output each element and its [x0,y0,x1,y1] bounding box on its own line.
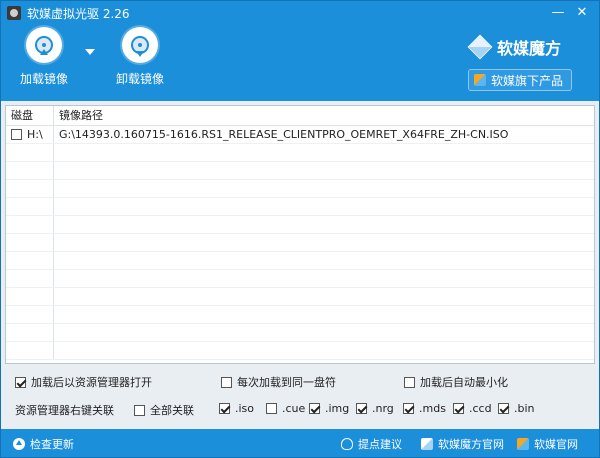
ext-iso-checkbox[interactable] [219,403,230,414]
top-toolbar: 软媒虚拟光驱 2.26 — ✕ 加载镜像 卸载镜像 软媒魔方 软媒旗下产品 [1,1,599,101]
ext-iso-option[interactable]: .iso [219,402,254,415]
empty-row [6,234,594,252]
associate-all-option[interactable]: 全部关联 [134,402,194,418]
ext-ccd-option[interactable]: .ccd [453,402,492,415]
ext-bin-option[interactable]: .bin [498,402,535,415]
mount-label: 加载镜像 [19,72,68,86]
title-bar: 软媒虚拟光驱 2.26 [1,1,599,25]
ruanmei-site-link[interactable]: 软媒官网 [517,436,578,452]
close-button[interactable]: ✕ [573,4,591,22]
ext-bin-checkbox[interactable] [498,403,509,414]
associate-all-label: 全部关联 [150,404,194,417]
drive-cell: H:\ [6,126,54,143]
same-drive-checkbox[interactable] [221,376,232,388]
empty-row [6,198,594,216]
image-path: G:\14393.0.160715-1616.RS1_RELEASE_CLIEN… [59,128,509,141]
empty-row [6,252,594,270]
open-explorer-option[interactable]: 加载后以资源管理器打开 [15,374,152,390]
auto-minimize-label: 加载后自动最小化 [420,376,508,389]
open-explorer-checkbox[interactable] [15,376,26,388]
table-header: 磁盘 镜像路径 [6,106,594,126]
image-table: 磁盘 镜像路径 H:\ G:\14393.0.160715-1616.RS1_R… [5,105,595,364]
cube-icon [421,438,433,450]
ext-bin-label: .bin [514,402,535,415]
row-checkbox[interactable] [11,129,22,140]
associate-all-checkbox[interactable] [134,404,145,416]
ext-ccd-checkbox[interactable] [453,403,464,414]
drive-letter: H:\ [27,127,43,141]
suggest-link[interactable]: 提点建议 [341,436,402,452]
products-label: 软媒旗下产品 [491,73,564,88]
drive-column-header[interactable]: 磁盘 [6,106,54,125]
products-icon [474,74,486,86]
ext-cue-checkbox[interactable] [266,403,277,414]
empty-row [6,162,594,180]
mount-image-button[interactable]: 加载镜像 [9,27,79,87]
ext-iso-label: .iso [235,402,255,415]
app-disc-icon [7,6,21,20]
mofang-site-link[interactable]: 软媒魔方官网 [421,436,504,452]
empty-row [6,306,594,324]
auto-minimize-checkbox[interactable] [404,376,415,388]
empty-row [6,288,594,306]
mount-dropdown-icon[interactable] [85,49,95,55]
empty-row [6,324,594,342]
ext-nrg-checkbox[interactable] [356,403,367,414]
ext-cue-option[interactable]: .cue [266,402,305,415]
empty-row [6,216,594,234]
minimize-button[interactable]: — [549,4,567,22]
ext-nrg-label: .nrg [372,402,394,415]
products-button[interactable]: 软媒旗下产品 [468,69,572,91]
status-bar: 检查更新 提点建议 软媒魔方官网 软媒官网 [1,429,599,457]
check-update-link[interactable]: 检查更新 [13,436,74,452]
ruanmei-logo-icon [517,438,529,450]
mount-disc-icon [26,27,62,63]
brand-logo[interactable]: 软媒魔方 [467,34,562,60]
update-arrow-icon [13,438,25,450]
empty-row [6,270,594,288]
ext-img-checkbox[interactable] [309,403,320,414]
app-window: 软媒虚拟光驱 2.26 — ✕ 加载镜像 卸载镜像 软媒魔方 软媒旗下产品 磁盘… [0,0,600,458]
mofang-site-label: 软媒魔方官网 [438,438,504,451]
lightbulb-icon [341,438,353,450]
cube-icon [467,34,493,60]
ext-mds-label: .mds [419,402,446,415]
check-update-label: 检查更新 [30,438,74,451]
context-menu-label: 资源管理器右键关联 [15,404,114,417]
empty-row [6,144,594,162]
ext-mds-option[interactable]: .mds [403,402,446,415]
unmount-disc-icon [122,27,158,63]
unmount-image-button[interactable]: 卸载镜像 [105,27,175,87]
brand-name: 软媒魔方 [497,39,562,58]
empty-row [6,180,594,198]
same-drive-label: 每次加载到同一盘符 [237,376,336,389]
ext-ccd-label: .ccd [469,402,492,415]
suggest-label: 提点建议 [358,438,402,451]
window-title: 软媒虚拟光驱 2.26 [27,6,130,21]
open-explorer-label: 加载后以资源管理器打开 [31,376,152,389]
auto-minimize-option[interactable]: 加载后自动最小化 [404,374,508,390]
ext-nrg-option[interactable]: .nrg [356,402,394,415]
ext-cue-label: .cue [282,402,306,415]
ext-img-option[interactable]: .img [309,402,349,415]
unmount-label: 卸载镜像 [115,72,164,86]
ext-img-label: .img [325,402,350,415]
ruanmei-site-label: 软媒官网 [534,438,578,451]
table-row[interactable]: H:\ G:\14393.0.160715-1616.RS1_RELEASE_C… [6,126,594,144]
empty-row [6,342,594,360]
ext-mds-checkbox[interactable] [403,403,414,414]
same-drive-option[interactable]: 每次加载到同一盘符 [221,374,336,390]
path-column-header[interactable]: 镜像路径 [54,106,594,125]
